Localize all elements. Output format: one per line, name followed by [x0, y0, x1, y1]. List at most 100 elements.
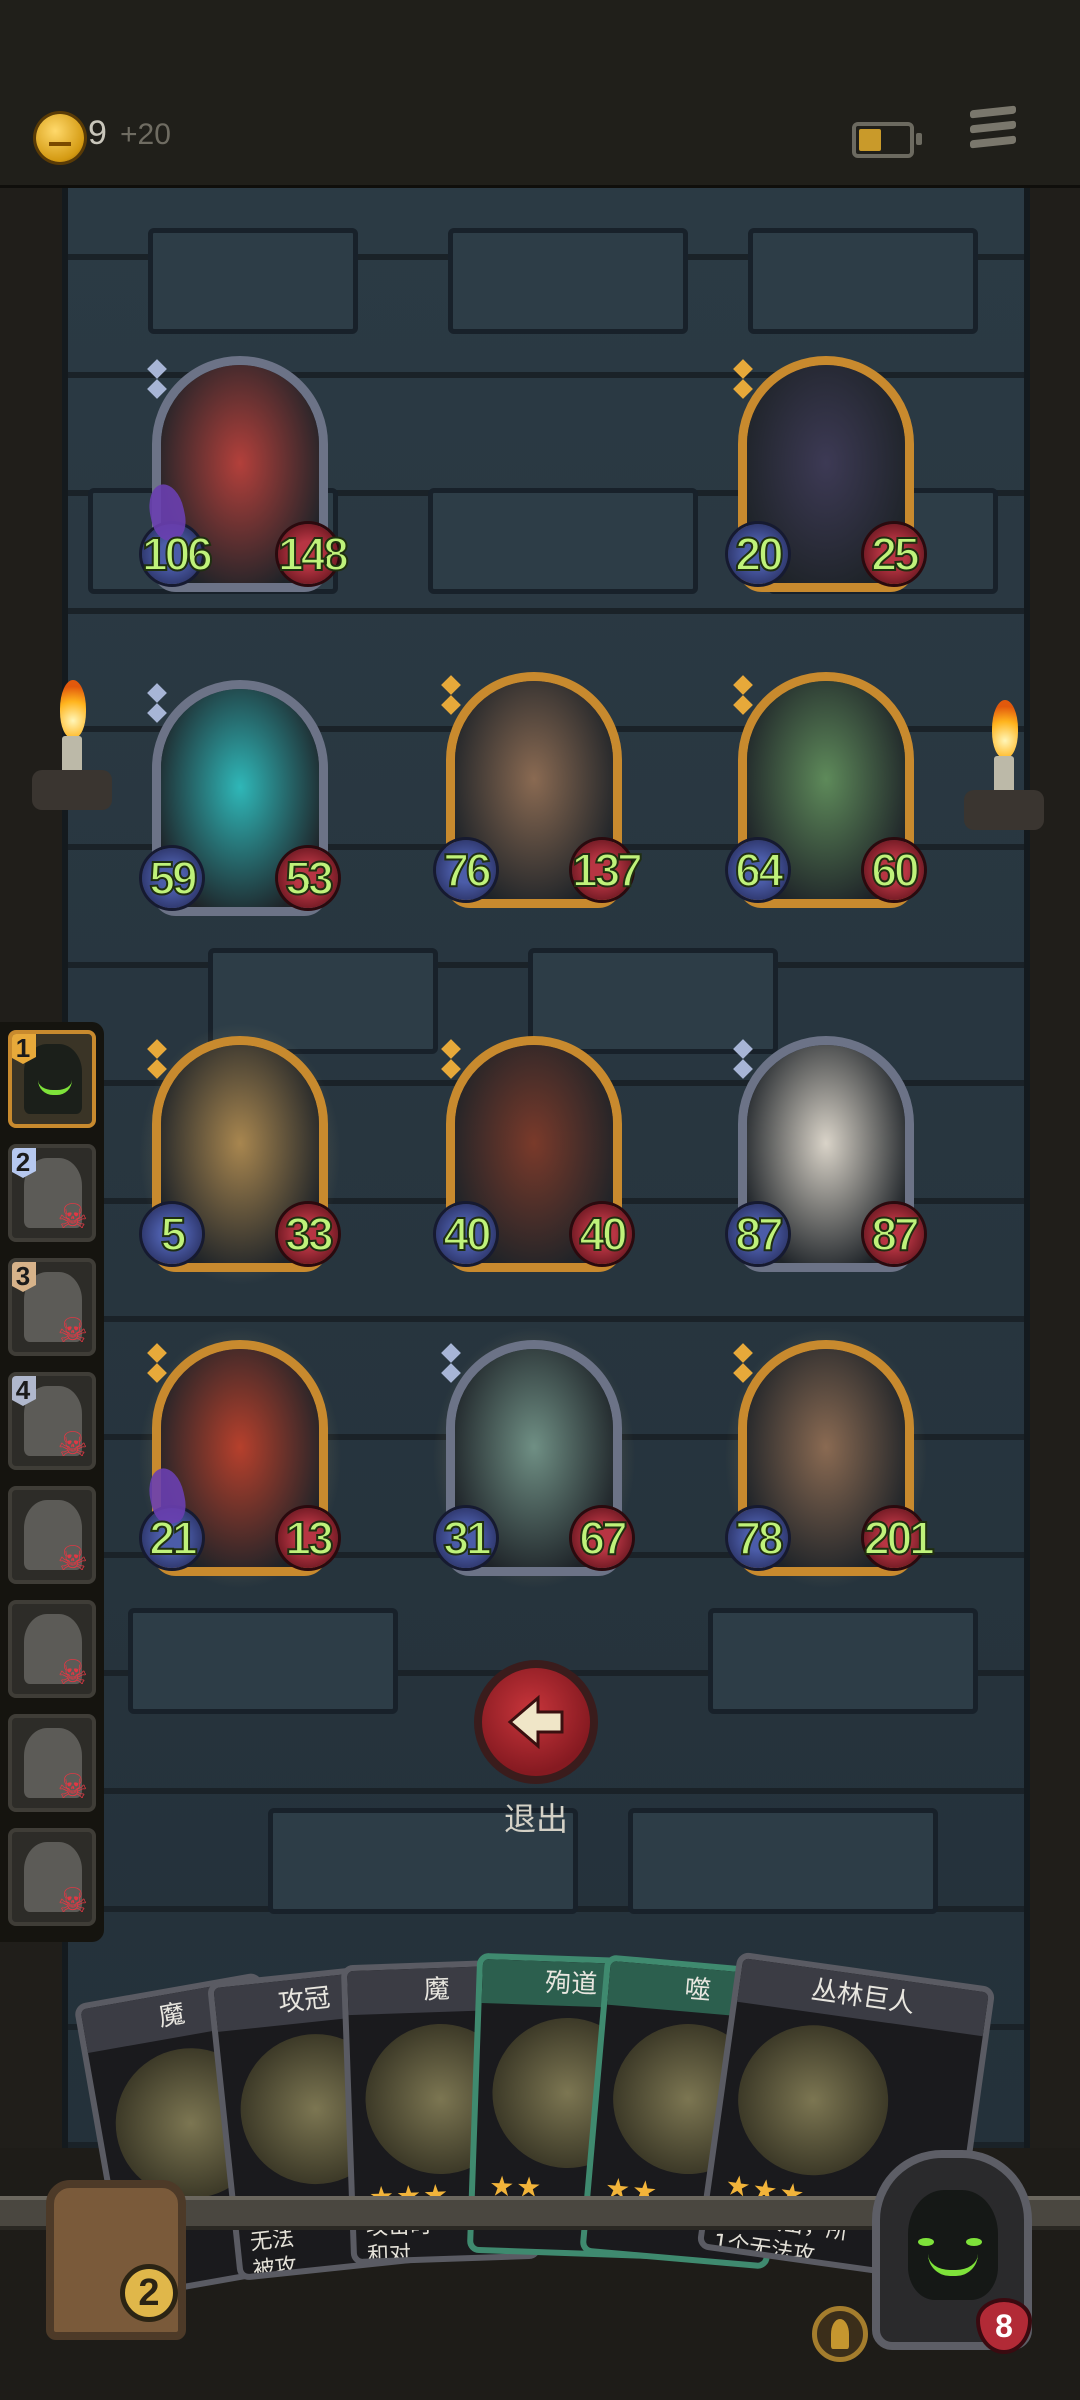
- health-value: 33: [284, 1207, 334, 1261]
- hero-card-crimson-helmed-knight[interactable]: 106 148: [141, 356, 350, 592]
- enemy-queue-item[interactable]: ☠: [8, 1600, 96, 1698]
- hero-card-dark-armored-horse[interactable]: 20 25: [728, 356, 924, 592]
- enemy-queue: 1 ☠ 2 ☠ 3 ☠ 4 ☠ ☠ ☠ ☠: [0, 1022, 104, 1942]
- enemy-queue-item[interactable]: ☠ 2: [8, 1144, 96, 1242]
- health-badge: 60: [864, 840, 924, 900]
- top-bar: 9 +20: [0, 0, 1080, 189]
- attack-badge: 5: [142, 1204, 202, 1264]
- attack-badge: 20: [728, 524, 788, 584]
- attack-value: 76: [442, 843, 492, 897]
- skull-crossbones-icon: ☠: [57, 1197, 88, 1237]
- wall-brick: [428, 488, 698, 594]
- attack-badge: 59: [142, 848, 202, 908]
- chest-count: 2: [120, 2264, 178, 2322]
- flame-icon: [992, 700, 1018, 758]
- hero-card-mimic-chest[interactable]: 64 60: [728, 672, 924, 908]
- enemy-eye: [966, 2238, 982, 2246]
- attack-value: 59: [148, 851, 198, 905]
- wall-brick: [628, 1808, 938, 1914]
- battery-fill: [859, 129, 881, 151]
- health-badge: 87: [864, 1204, 924, 1264]
- torch-right: [964, 700, 1044, 830]
- health-value: 137: [571, 843, 644, 897]
- hero-card-jungle-giant-2[interactable]: 78 201: [724, 1326, 936, 1590]
- attack-value: 20: [734, 527, 784, 581]
- enemy-queue-item[interactable]: ☠: [8, 1828, 96, 1926]
- attack-badge: 21: [142, 1508, 202, 1568]
- enemy-queue-item[interactable]: ☠: [8, 1714, 96, 1812]
- card-art: [728, 2015, 898, 2185]
- hero-card-jungle-giant[interactable]: 76 137: [436, 672, 644, 908]
- health-value: 148: [277, 527, 350, 581]
- sconce: [964, 790, 1044, 830]
- hero-card-red-demon-beast[interactable]: 40 40: [436, 1036, 632, 1272]
- gold-count: 9: [88, 114, 107, 152]
- health-value: 40: [578, 1207, 628, 1261]
- health-badge: 137: [571, 840, 644, 900]
- health-value: 201: [863, 1511, 936, 1565]
- hero-card-cyan-straw-hat-spirit[interactable]: 59 53: [142, 680, 338, 916]
- health-badge: 33: [278, 1204, 338, 1264]
- exit-button[interactable]: [474, 1660, 598, 1784]
- attack-badge: 31: [436, 1508, 496, 1568]
- skull-crossbones-icon: ☠: [57, 1311, 88, 1351]
- health-value: 60: [870, 843, 920, 897]
- attack-value: 87: [734, 1207, 784, 1261]
- health-value: 53: [284, 851, 334, 905]
- torch-left: [32, 680, 112, 810]
- wall-brick: [708, 1608, 978, 1714]
- sconce: [32, 770, 112, 810]
- attack-value: 31: [442, 1511, 492, 1565]
- attack-badge: 106: [141, 524, 214, 584]
- skull-crossbones-icon: ☠: [57, 1425, 88, 1465]
- attack-badge: 76: [436, 840, 496, 900]
- skull-crossbones-icon: ☠: [57, 1767, 88, 1807]
- exit-label: 退出: [503, 1800, 568, 1838]
- enemy-queue-item[interactable]: ☠: [8, 1486, 96, 1584]
- hero-card-bearded-warrior[interactable]: 87 87: [728, 1036, 924, 1272]
- enemy-queue-item[interactable]: 1: [8, 1030, 96, 1128]
- hero-card-shouting-cowboy[interactable]: 5 33: [138, 1022, 342, 1286]
- health-value: 67: [578, 1511, 628, 1565]
- health-badge: 25: [864, 524, 924, 584]
- health-badge: 201: [863, 1508, 936, 1568]
- skull-crossbones-icon: ☠: [57, 1539, 88, 1579]
- wall-brick: [128, 1608, 398, 1714]
- health-badge: 148: [277, 524, 350, 584]
- hero-card-fish-brute[interactable]: 31 67: [432, 1326, 636, 1590]
- health-value: 25: [870, 527, 920, 581]
- enemy-queue-item[interactable]: ☠ 4: [8, 1372, 96, 1470]
- battery-icon: [852, 122, 922, 158]
- health-value: 87: [870, 1207, 920, 1261]
- health-badge: 40: [572, 1204, 632, 1264]
- health-badge: 13: [278, 1508, 338, 1568]
- attack-badge: 40: [436, 1204, 496, 1264]
- enemy-eye: [918, 2238, 934, 2246]
- attack-value: 64: [734, 843, 784, 897]
- ability-icon[interactable]: [812, 2306, 868, 2362]
- menu-icon[interactable]: [970, 105, 1020, 160]
- wall-brick: [748, 228, 978, 334]
- crown-glyph: [49, 128, 71, 146]
- skull-crossbones-icon: ☠: [57, 1881, 88, 1921]
- attack-value: 5: [160, 1207, 188, 1261]
- attack-badge: 87: [728, 1204, 788, 1264]
- hero-card-red-dragon[interactable]: 21 13: [138, 1326, 342, 1590]
- gold-bonus: +20: [120, 118, 171, 151]
- attack-badge: 78: [728, 1508, 788, 1568]
- wall-brick: [448, 228, 688, 334]
- health-value: 13: [284, 1511, 334, 1565]
- treasure-chest[interactable]: 2: [20, 2150, 210, 2350]
- attack-value: 78: [734, 1511, 784, 1565]
- skull-crossbones-icon: ☠: [57, 1653, 88, 1693]
- attack-value: 21: [148, 1511, 198, 1565]
- attack-value: 106: [141, 527, 214, 581]
- attack-value: 40: [442, 1207, 492, 1261]
- flame-icon: [60, 680, 86, 738]
- health-badge: 67: [572, 1508, 632, 1568]
- health-badge: 53: [278, 848, 338, 908]
- attack-badge: 64: [728, 840, 788, 900]
- enemy-queue-item[interactable]: ☠ 3: [8, 1258, 96, 1356]
- arrow-left-icon: [507, 1694, 564, 1750]
- wall-brick: [148, 228, 358, 334]
